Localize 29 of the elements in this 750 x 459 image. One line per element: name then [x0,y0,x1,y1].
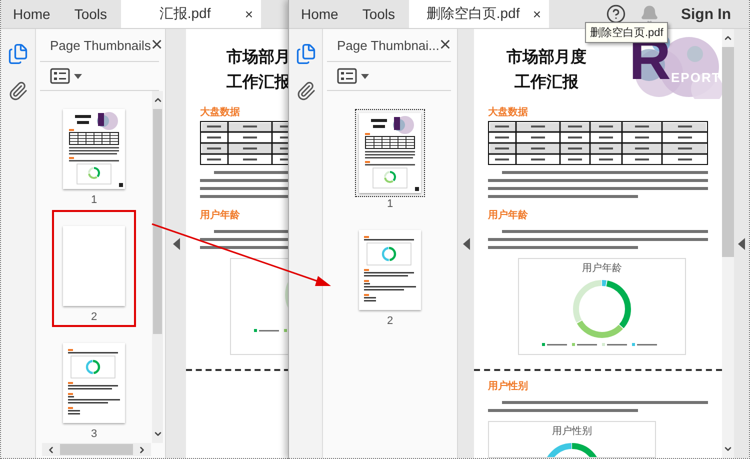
close-tab-button[interactable]: × [244,6,254,22]
page-number: 2 [386,314,394,328]
chart-title: 用户性别 [552,425,592,439]
tab[interactable]: 汇报.pdf × [121,0,262,28]
document-title: 工作汇报 [514,72,578,93]
tab[interactable]: Tools [62,0,120,28]
section-heading: 用户性别 [488,381,528,393]
tab[interactable]: Home [1,0,62,28]
section-heading: 用户年龄 [488,210,528,222]
document-title: 市场部月 [226,47,290,68]
logo-text: EPORT [671,70,721,85]
panel-title: Page Thumbnai... [337,38,440,52]
page-number: 3 [90,427,98,441]
close-tab-button[interactable]: × [532,6,542,22]
tab[interactable]: 删除空白页.pdf × [409,0,550,28]
page-number: 2 [90,310,98,324]
close-panel-button[interactable]: × [150,35,163,55]
section-heading: 用户年龄 [200,210,240,222]
document-title: 市场部月度 [506,47,586,68]
sign-in-button[interactable]: Sign In [681,6,731,22]
page-number: 1 [90,193,98,207]
chart-title: 用户年龄 [582,262,622,276]
page-number: 1 [386,197,394,211]
panel-title: Page Thumbnails [50,38,151,52]
close-panel-button[interactable]: × [439,35,452,55]
section-heading: 大盘数据 [200,107,240,119]
tab[interactable]: Home [289,0,350,28]
tab[interactable]: Tools [350,0,408,28]
section-heading: 大盘数据 [488,107,528,119]
